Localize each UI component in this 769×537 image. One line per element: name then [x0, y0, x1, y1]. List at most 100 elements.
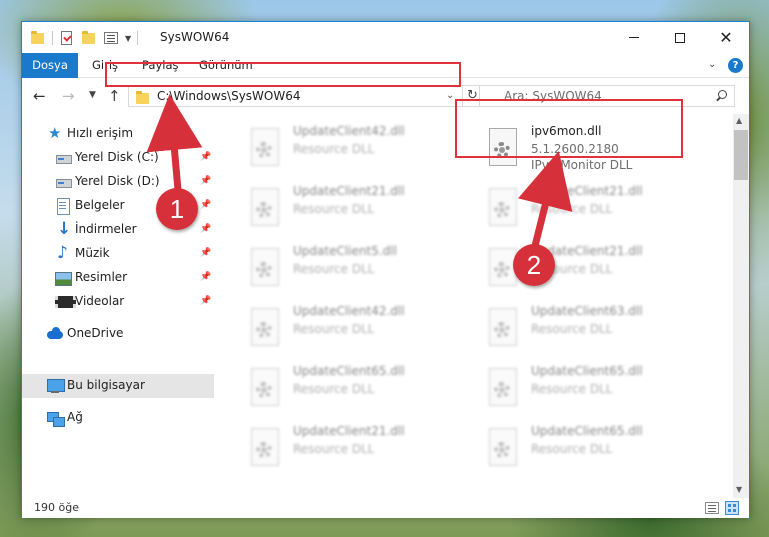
- maximize-button[interactable]: [657, 22, 703, 53]
- tab-share[interactable]: Paylaş: [132, 53, 189, 78]
- sidebar-item-onedrive[interactable]: OneDrive: [22, 322, 214, 346]
- dll-file-icon: [249, 128, 281, 168]
- properties-icon[interactable]: [103, 30, 119, 46]
- disk-icon: [55, 150, 72, 166]
- explorer-window: ▼ SysWOW64 ✕ Dosya Giriş Paylaş Görünüm …: [21, 21, 750, 518]
- file-name: UpdateClient42.dll: [293, 304, 405, 318]
- pin-icon: 📌: [200, 176, 212, 186]
- tab-file[interactable]: Dosya: [22, 53, 78, 78]
- search-input[interactable]: Ara: SysWOW64: [479, 85, 735, 107]
- sidebar-item-label: Yerel Disk (C:): [75, 150, 159, 164]
- dll-file-icon: [487, 368, 519, 408]
- forward-arrow-icon[interactable]: →: [62, 87, 75, 105]
- videos-icon: [55, 294, 76, 310]
- folder-icon[interactable]: [30, 30, 46, 46]
- pictures-icon: [55, 270, 72, 286]
- scroll-thumb[interactable]: [734, 130, 748, 180]
- tiles-view-icon[interactable]: [725, 501, 739, 515]
- sidebar-item-label: Yerel Disk (D:): [75, 174, 160, 188]
- list-item[interactable]: UpdateClient5.dll Resource DLL: [241, 242, 461, 298]
- highlighted-file-ipv6mon[interactable]: ipv6mon.dll 5.1.2600.2180 IPv6 Monitor D…: [479, 122, 699, 178]
- dll-file-icon: [487, 188, 519, 228]
- sidebar-item-music[interactable]: Müzik 📌: [22, 242, 214, 266]
- sidebar-item-network[interactable]: Ağ: [22, 406, 214, 430]
- file-type: Resource DLL: [293, 382, 375, 396]
- pin-icon: 📌: [200, 296, 212, 306]
- dll-file-icon: [487, 128, 519, 168]
- sidebar-item-label: Hızlı erişim: [67, 126, 134, 140]
- search-icon[interactable]: [714, 89, 728, 103]
- details-view-icon[interactable]: [705, 502, 719, 514]
- list-item[interactable]: UpdateClient65.dll Resource DLL: [479, 362, 699, 418]
- file-name: UpdateClient65.dll: [531, 364, 643, 378]
- list-item[interactable]: UpdateClient65.dll Resource DLL: [241, 362, 461, 418]
- address-dropdown-chevron-icon[interactable]: ⌄: [446, 90, 454, 101]
- sidebar-item-downloads[interactable]: İndirmeler 📌: [22, 218, 214, 242]
- list-item[interactable]: UpdateClient63.dll Resource DLL: [479, 302, 699, 358]
- sidebar-item-videos[interactable]: Videolar 📌: [22, 290, 214, 314]
- pin-icon: 📌: [200, 272, 212, 282]
- properties-check-icon[interactable]: [59, 30, 75, 46]
- new-folder-icon[interactable]: [81, 30, 97, 46]
- help-icon[interactable]: ?: [728, 58, 743, 73]
- sidebar-item-this-pc[interactable]: Bu bilgisayar: [22, 374, 214, 398]
- minimize-icon: [629, 37, 639, 38]
- sidebar-item-label: Bu bilgisayar: [67, 378, 145, 392]
- close-button[interactable]: ✕: [703, 22, 749, 53]
- back-arrow-icon[interactable]: ←: [33, 87, 46, 105]
- file-list: UpdateClient42.dll Resource DLL UpdateCl…: [215, 114, 733, 498]
- scroll-up-arrow-icon[interactable]: ▲: [736, 116, 742, 125]
- sidebar-item-label: İndirmeler: [75, 222, 137, 236]
- file-name: UpdateClient21.dll: [531, 244, 643, 258]
- list-item[interactable]: UpdateClient65.dll Resource DLL: [479, 422, 699, 478]
- network-icon: [47, 410, 65, 427]
- downloads-icon: [55, 219, 71, 239]
- tab-view[interactable]: Görünüm: [189, 53, 263, 78]
- sidebar-item-local-disk-d[interactable]: Yerel Disk (D:) 📌: [22, 170, 214, 194]
- tab-home[interactable]: Giriş: [82, 53, 128, 78]
- address-path[interactable]: C:\Windows\SysWOW64: [157, 89, 301, 103]
- file-name: UpdateClient65.dll: [293, 364, 405, 378]
- dll-file-icon: [249, 368, 281, 408]
- file-name: UpdateClient42.dll: [293, 124, 405, 138]
- file-type: Resource DLL: [531, 202, 613, 216]
- recent-locations-chevron-icon[interactable]: ▼: [89, 90, 96, 100]
- list-item[interactable]: UpdateClient21.dll Resource DLL: [479, 182, 699, 238]
- dll-file-icon: [487, 308, 519, 348]
- address-bar[interactable]: C:\Windows\SysWOW64 ⌄ ↻: [128, 85, 482, 107]
- sidebar-item-label: OneDrive: [67, 326, 124, 340]
- file-type: Resource DLL: [531, 262, 613, 276]
- customize-toolbar-chevron-icon[interactable]: ▼: [125, 34, 131, 43]
- list-item[interactable]: UpdateClient21.dll Resource DLL: [241, 182, 461, 238]
- dll-file-icon: [249, 308, 281, 348]
- list-item[interactable]: UpdateClient21.dll Resource DLL: [479, 242, 699, 298]
- title-bar: ▼ SysWOW64 ✕: [22, 22, 749, 53]
- list-item[interactable]: UpdateClient42.dll Resource DLL: [241, 302, 461, 358]
- expand-ribbon-chevron-icon[interactable]: ⌄: [708, 59, 716, 70]
- music-icon: [55, 243, 71, 263]
- ribbon-tabs: Dosya Giriş Paylaş Görünüm ⌄ ?: [22, 53, 749, 78]
- up-arrow-icon[interactable]: ↑: [108, 87, 121, 105]
- sidebar-item-quick-access[interactable]: Hızlı erişim: [22, 122, 214, 146]
- sidebar-item-documents[interactable]: Belgeler 📌: [22, 194, 214, 218]
- file-name: UpdateClient21.dll: [293, 424, 405, 438]
- dll-file-icon: [249, 188, 281, 228]
- pin-icon: 📌: [200, 152, 212, 162]
- toolbar-separator: [137, 31, 139, 45]
- vertical-scrollbar[interactable]: ▲ ▼: [733, 114, 749, 498]
- search-placeholder: Ara: SysWOW64: [504, 89, 602, 103]
- pin-icon: 📌: [200, 200, 212, 210]
- file-type: Resource DLL: [531, 442, 613, 456]
- file-description: IPv6 Monitor DLL: [531, 158, 633, 172]
- sidebar-item-local-disk-c[interactable]: Yerel Disk (C:) 📌: [22, 146, 214, 170]
- sidebar-item-label: Resimler: [75, 270, 128, 284]
- file-type: Resource DLL: [293, 202, 375, 216]
- toolbar-separator: [52, 31, 53, 45]
- sidebar-item-pictures[interactable]: Resimler 📌: [22, 266, 214, 290]
- list-item[interactable]: UpdateClient42.dll Resource DLL: [241, 122, 461, 178]
- close-icon: ✕: [719, 27, 733, 47]
- list-item[interactable]: UpdateClient21.dll Resource DLL: [241, 422, 461, 478]
- scroll-down-arrow-icon[interactable]: ▼: [736, 485, 742, 494]
- folder-icon: [135, 90, 151, 104]
- minimize-button[interactable]: [611, 22, 657, 53]
